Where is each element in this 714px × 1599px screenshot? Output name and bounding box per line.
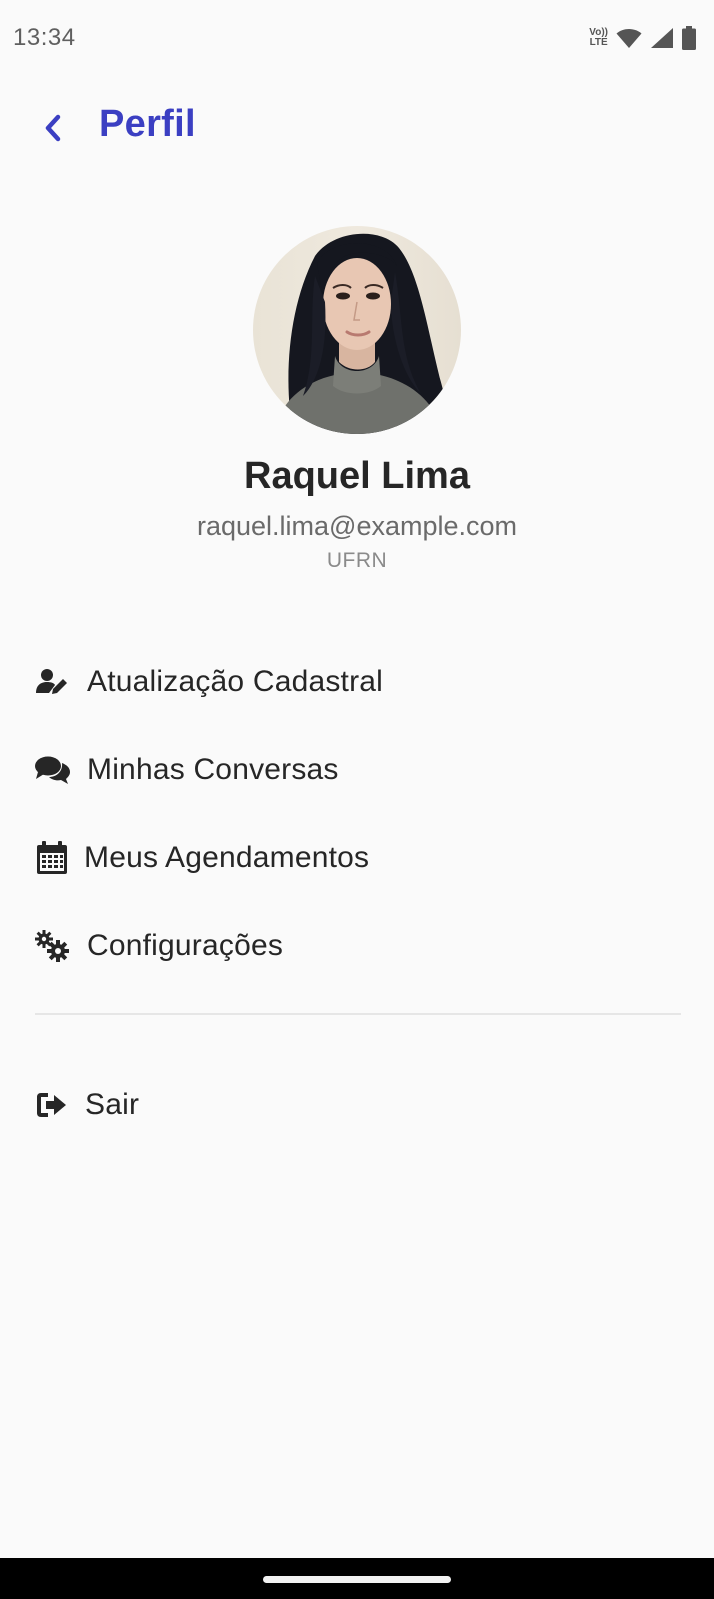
comments-icon <box>33 751 71 789</box>
menu-divider <box>35 1013 681 1015</box>
status-icons: Vo)) LTE <box>589 24 696 52</box>
logout-label: Sair <box>85 1088 140 1121</box>
avatar <box>253 226 461 434</box>
menu-item-update-profile[interactable]: Atualização Cadastral <box>0 638 714 726</box>
user-edit-icon <box>33 663 71 701</box>
user-name: Raquel Lima <box>244 455 470 497</box>
menu-item-label: Atualização Cadastral <box>87 665 384 698</box>
signal-icon <box>651 28 673 48</box>
page-title: Perfil <box>99 103 196 145</box>
wifi-icon <box>616 29 642 48</box>
battery-icon <box>682 26 696 50</box>
profile-menu: Atualização Cadastral Minhas Conversas M… <box>0 638 714 990</box>
home-indicator[interactable] <box>263 1576 451 1583</box>
profile-photo <box>253 226 461 434</box>
cogs-icon <box>33 927 71 965</box>
menu-item-label: Configurações <box>87 929 284 962</box>
calendar-icon <box>33 839 71 877</box>
status-time: 13:34 <box>13 24 76 51</box>
volte-bottom-label: LTE <box>589 37 608 48</box>
menu-item-appointments[interactable]: Meus Agendamentos <box>0 814 714 902</box>
back-button[interactable] <box>28 103 78 153</box>
menu-item-settings[interactable]: Configurações <box>0 902 714 990</box>
sign-out-icon <box>33 1086 71 1124</box>
status-bar: 13:34 Vo)) LTE <box>0 0 714 78</box>
user-email: raquel.lima@example.com <box>196 511 518 541</box>
user-organization: UFRN <box>326 549 388 572</box>
logout-button[interactable]: Sair <box>0 1061 714 1149</box>
menu-item-label: Minhas Conversas <box>87 753 339 786</box>
header: Perfil <box>0 95 714 159</box>
menu-item-label: Meus Agendamentos <box>84 841 370 874</box>
volte-icon: Vo)) LTE <box>589 28 608 48</box>
menu-item-conversations[interactable]: Minhas Conversas <box>0 726 714 814</box>
chevron-left-icon <box>45 114 61 142</box>
system-nav-bar <box>0 1558 714 1599</box>
profile-screen: 13:34 Vo)) LTE Perfil Raquel Lima raquel… <box>0 0 714 1599</box>
